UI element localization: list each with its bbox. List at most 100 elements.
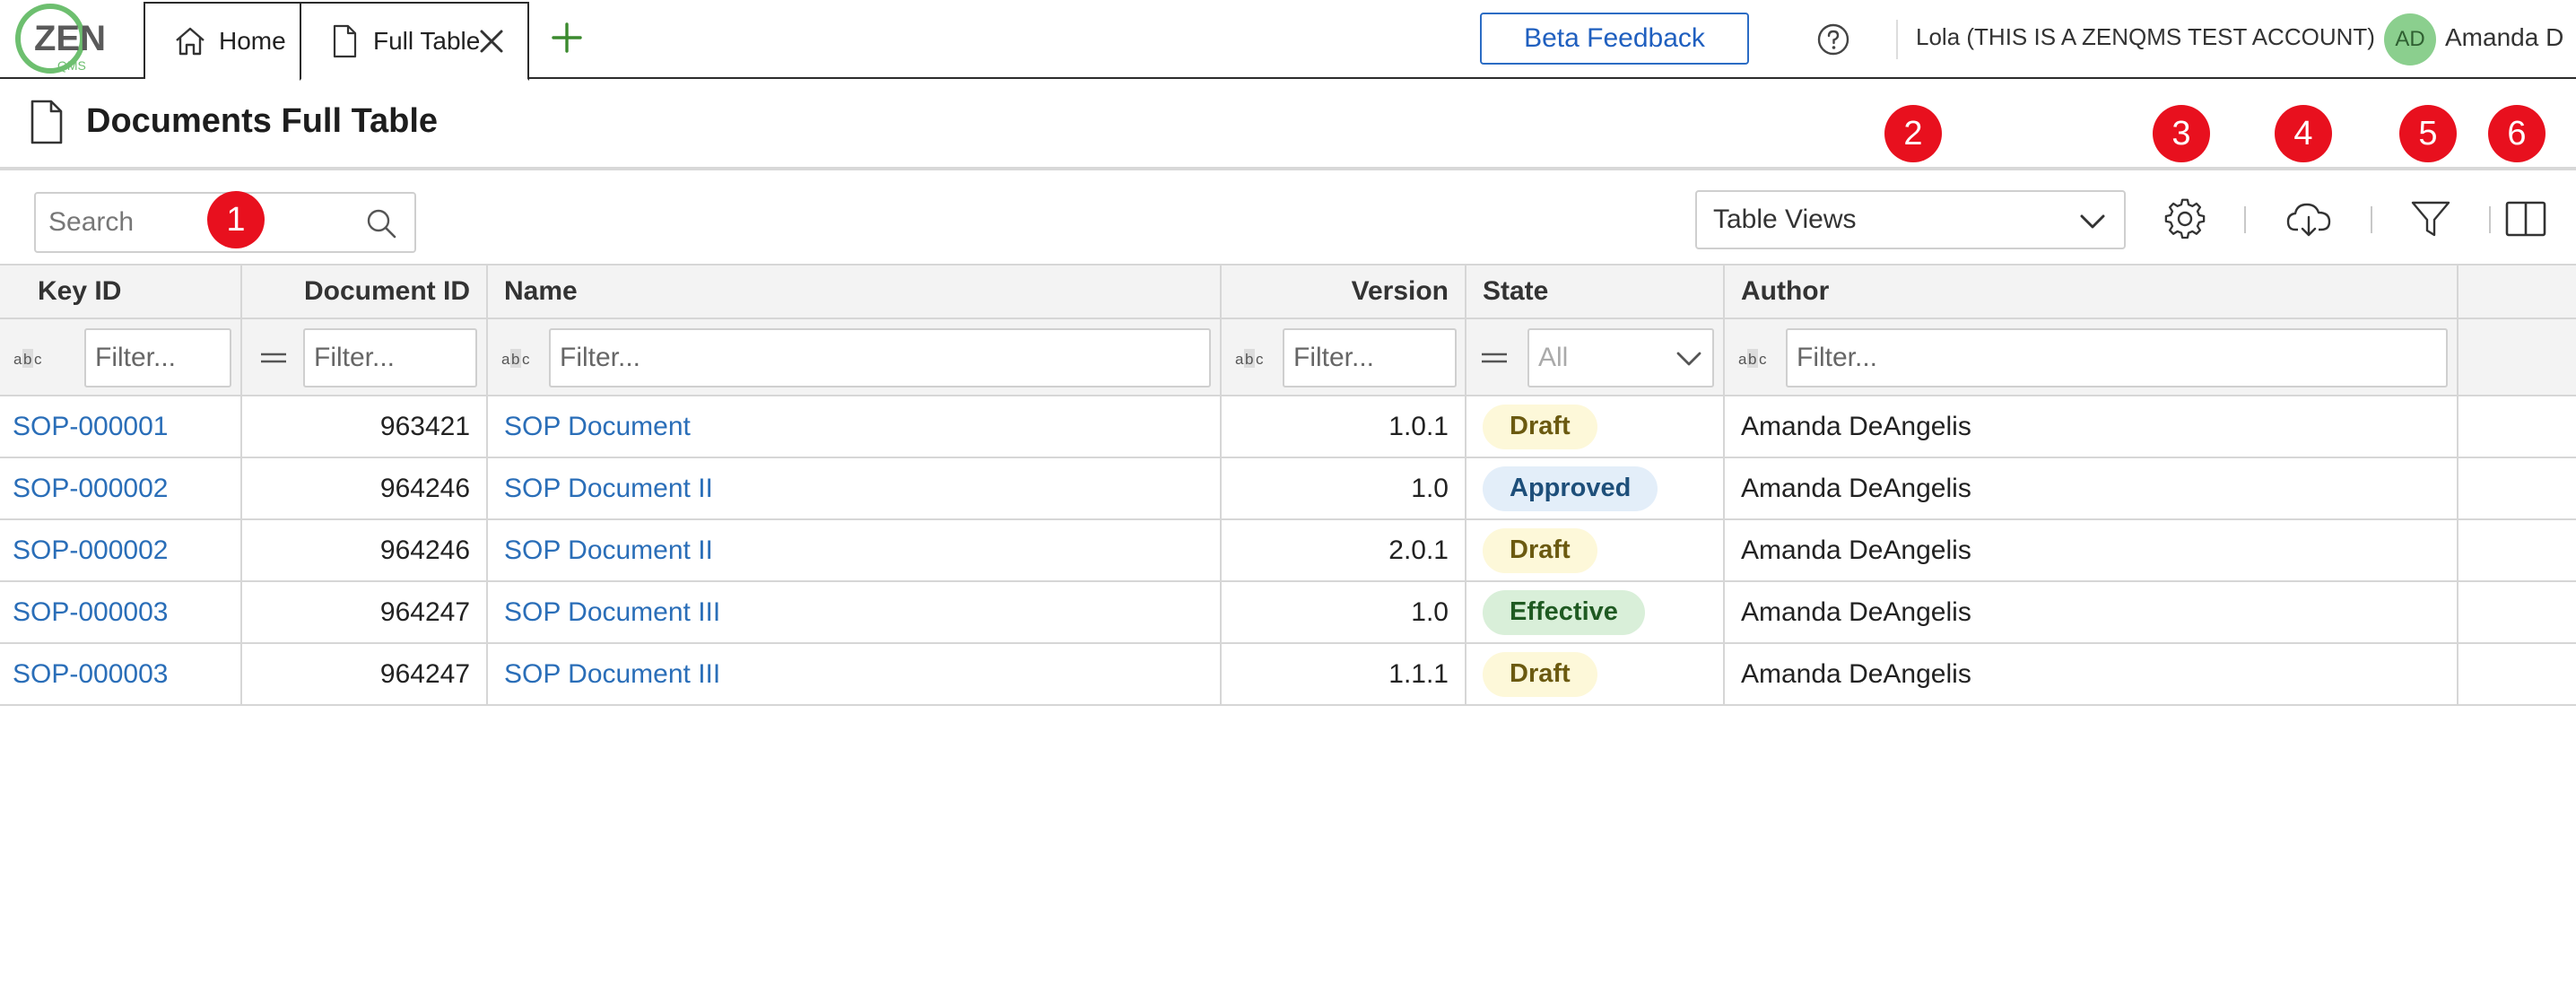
version-cell: 1.0.1: [1222, 396, 1466, 457]
filter-cell-state: All: [1466, 319, 1725, 395]
version-cell: 2.0.1: [1222, 520, 1466, 580]
filter-input-document-id[interactable]: [303, 328, 477, 387]
columns-icon[interactable]: [2504, 197, 2547, 240]
toolbar-divider: [2489, 206, 2491, 233]
filter-cell-document-id: [242, 319, 488, 395]
text-filter-icon: abc: [501, 349, 530, 368]
column-header-version[interactable]: Version: [1222, 265, 1466, 318]
author-cell: Amanda DeAngelis: [1725, 644, 2459, 704]
key-id-link[interactable]: SOP-000002: [13, 535, 168, 566]
annotation-badge-2: 2: [1884, 105, 1942, 162]
column-header-name[interactable]: Name: [488, 265, 1222, 318]
author-cell: Amanda DeAngelis: [1725, 520, 2459, 580]
column-header-key-id[interactable]: Key ID: [0, 265, 242, 318]
tab-home[interactable]: Home: [144, 2, 301, 79]
plus-icon: [552, 22, 582, 53]
svg-text:b: b: [23, 351, 31, 368]
row-spacer: [2459, 396, 2576, 457]
key-id-link[interactable]: SOP-000001: [13, 412, 168, 442]
document-id-cell: 964246: [242, 458, 488, 518]
state-badge: Draft: [1483, 527, 1597, 573]
close-icon[interactable]: [475, 25, 508, 57]
filter-row: abc abc abc All abc: [0, 319, 2576, 396]
zenqms-logo[interactable]: ZEN QMS: [14, 2, 126, 75]
version-cell: 1.0: [1222, 582, 1466, 642]
svg-text:c: c: [522, 351, 530, 368]
document-id-cell: 964247: [242, 644, 488, 704]
table-row[interactable]: SOP-000003 964247 SOP Document III 1.0 E…: [0, 582, 2576, 644]
key-id-link[interactable]: SOP-000003: [13, 597, 168, 628]
filter-input-name[interactable]: [549, 328, 1211, 387]
svg-text:a: a: [1235, 351, 1244, 368]
user-name[interactable]: Amanda D: [2445, 23, 2563, 52]
equals-filter-icon: [1482, 353, 1507, 363]
state-filter-value: All: [1538, 343, 1569, 372]
document-icon: [29, 99, 65, 145]
search-input[interactable]: [48, 203, 344, 242]
svg-text:a: a: [501, 351, 510, 368]
filter-input-key-id[interactable]: [84, 328, 231, 387]
row-spacer: [2459, 582, 2576, 642]
column-header-document-id[interactable]: Document ID: [242, 265, 488, 318]
document-icon: [326, 23, 362, 59]
add-tab-button[interactable]: [547, 18, 587, 57]
logo-subtext: QMS: [57, 58, 86, 73]
column-header-state[interactable]: State: [1466, 265, 1725, 318]
filter-cell-spacer: [2459, 319, 2576, 395]
annotation-badge-6: 6: [2488, 105, 2546, 162]
avatar[interactable]: AD: [2384, 13, 2436, 65]
text-filter-icon: abc: [13, 349, 42, 368]
document-name-link[interactable]: SOP Document II: [504, 474, 713, 504]
document-name-link[interactable]: SOP Document III: [504, 597, 720, 628]
beta-feedback-button[interactable]: Beta Feedback: [1480, 13, 1749, 65]
svg-text:c: c: [1256, 351, 1264, 368]
annotation-badge-5: 5: [2399, 105, 2457, 162]
annotation-badge-4: 4: [2275, 105, 2332, 162]
toolbar-divider: [2244, 206, 2246, 233]
text-filter-icon: abc: [1235, 349, 1264, 368]
key-id-link[interactable]: SOP-000002: [13, 474, 168, 504]
column-header-author[interactable]: Author: [1725, 265, 2459, 318]
key-id-link[interactable]: SOP-000003: [13, 659, 168, 690]
logo-text: ZEN: [34, 19, 106, 58]
header-divider: [1896, 20, 1898, 59]
version-cell: 1.0: [1222, 458, 1466, 518]
svg-text:b: b: [511, 351, 519, 368]
text-filter-icon: abc: [1738, 349, 1767, 368]
gear-icon[interactable]: [2163, 197, 2206, 240]
help-icon[interactable]: [1815, 22, 1851, 57]
tab-full-table-label: Full Table: [373, 27, 481, 55]
svg-text:b: b: [1245, 351, 1253, 368]
top-bar: ZEN QMS Home Full Table Beta Feedback Lo…: [0, 0, 2576, 81]
filter-input-author[interactable]: [1786, 328, 2448, 387]
account-name[interactable]: Lola (THIS IS A ZENQMS TEST ACCOUNT): [1916, 23, 2375, 51]
table-row[interactable]: SOP-000003 964247 SOP Document III 1.1.1…: [0, 644, 2576, 706]
table-views-label: Table Views: [1713, 205, 1857, 234]
filter-cell-key-id: abc: [0, 319, 242, 395]
document-name-link[interactable]: SOP Document: [504, 412, 691, 442]
cloud-download-icon[interactable]: [2285, 197, 2332, 240]
table-row[interactable]: SOP-000002 964246 SOP Document II 2.0.1 …: [0, 520, 2576, 582]
tab-full-table[interactable]: Full Table: [300, 2, 529, 81]
svg-text:c: c: [1759, 351, 1767, 368]
filter-icon[interactable]: [2409, 197, 2452, 240]
table-row[interactable]: SOP-000002 964246 SOP Document II 1.0 Ap…: [0, 458, 2576, 520]
svg-text:a: a: [13, 351, 22, 368]
state-badge: Approved: [1483, 466, 1658, 511]
table-row[interactable]: SOP-000001 963421 SOP Document 1.0.1 Dra…: [0, 396, 2576, 458]
document-name-link[interactable]: SOP Document III: [504, 659, 720, 690]
author-cell: Amanda DeAngelis: [1725, 396, 2459, 457]
row-spacer: [2459, 520, 2576, 580]
search-icon[interactable]: [364, 206, 398, 240]
svg-text:a: a: [1738, 351, 1747, 368]
toolbar-divider: [2371, 206, 2372, 233]
filter-input-version[interactable]: [1283, 328, 1457, 387]
filter-cell-name: abc: [488, 319, 1222, 395]
annotation-badge-1: 1: [207, 191, 265, 248]
table-views-select[interactable]: Table Views: [1695, 190, 2126, 249]
page-title: Documents Full Table: [86, 102, 439, 140]
author-cell: Amanda DeAngelis: [1725, 458, 2459, 518]
tab-home-label: Home: [219, 27, 286, 55]
document-name-link[interactable]: SOP Document II: [504, 535, 713, 566]
state-filter-select[interactable]: All: [1527, 328, 1714, 387]
